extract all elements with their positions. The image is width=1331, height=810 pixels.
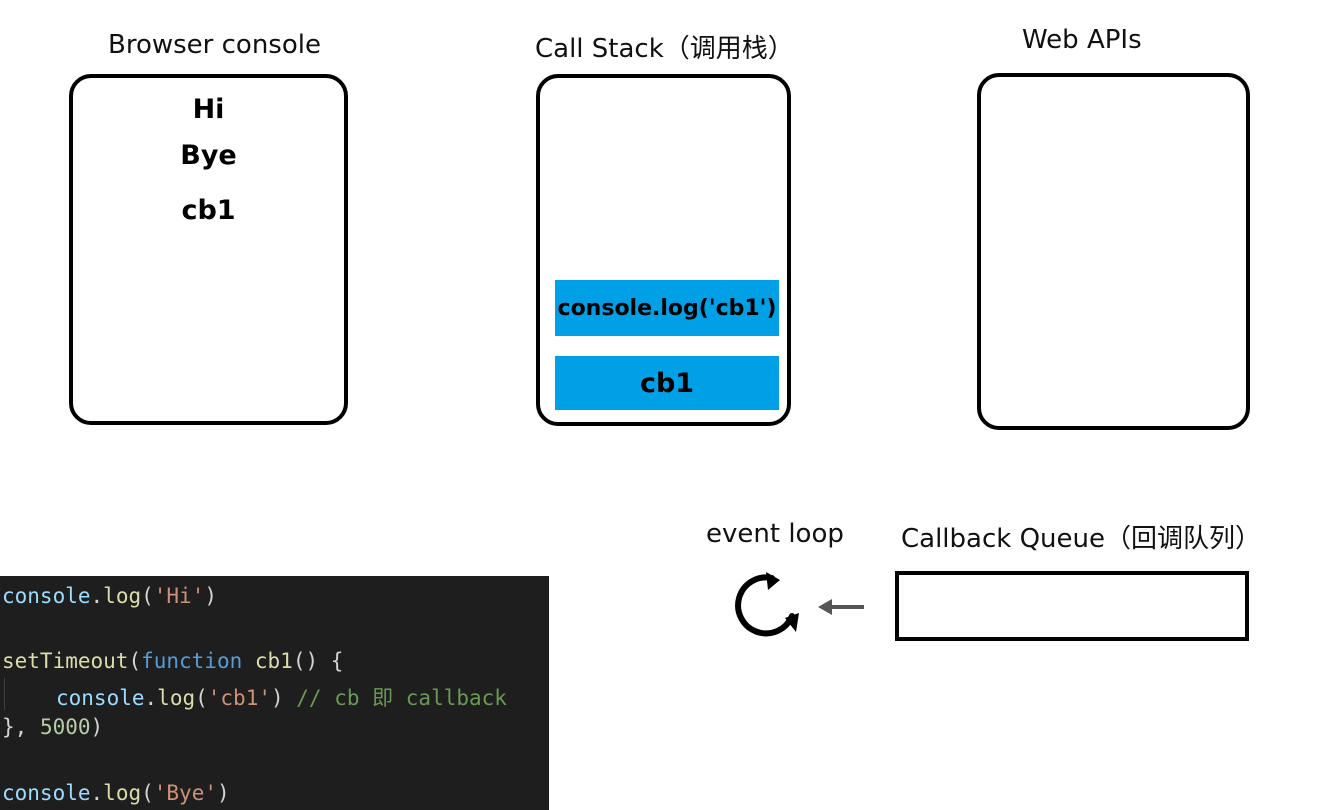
- call-stack-title: Call Stack（调用栈）: [535, 34, 794, 64]
- event-loop-title: event loop: [706, 519, 844, 549]
- code-line-2: setTimeout(function cb1() {: [2, 649, 344, 673]
- callback-queue-box: [895, 571, 1249, 641]
- console-line-bye: Bye: [180, 140, 237, 171]
- stack-frame-console-log: console.log('cb1'): [555, 280, 779, 336]
- code-line-5: console.log('Bye'): [2, 781, 230, 805]
- code-editor: console.log('Hi') setTimeout(function cb…: [0, 576, 549, 810]
- console-line-hi: Hi: [192, 94, 225, 125]
- code-line-3: console.log('cb1') // cb 即 callback: [56, 686, 507, 710]
- indent-guide: [4, 678, 5, 710]
- stack-frame-cb1: cb1: [555, 356, 779, 410]
- browser-console-panel: Hi Bye cb1: [69, 74, 348, 425]
- console-line-cb1: cb1: [181, 195, 236, 226]
- refresh-icon: [735, 572, 799, 637]
- arrow-left-icon: [818, 599, 864, 615]
- event-loop-diagram: Browser console Hi Bye cb1 Call Stack（调用…: [0, 0, 1331, 810]
- browser-console-title: Browser console: [108, 30, 321, 60]
- code-line-1: console.log('Hi'): [2, 584, 217, 608]
- web-apis-title: Web APIs: [1022, 25, 1142, 55]
- web-apis-panel: [977, 73, 1250, 430]
- callback-queue-title: Callback Queue（回调队列）: [901, 524, 1262, 554]
- call-stack-panel: console.log('cb1') cb1: [536, 74, 791, 426]
- code-line-4: }, 5000): [2, 715, 104, 739]
